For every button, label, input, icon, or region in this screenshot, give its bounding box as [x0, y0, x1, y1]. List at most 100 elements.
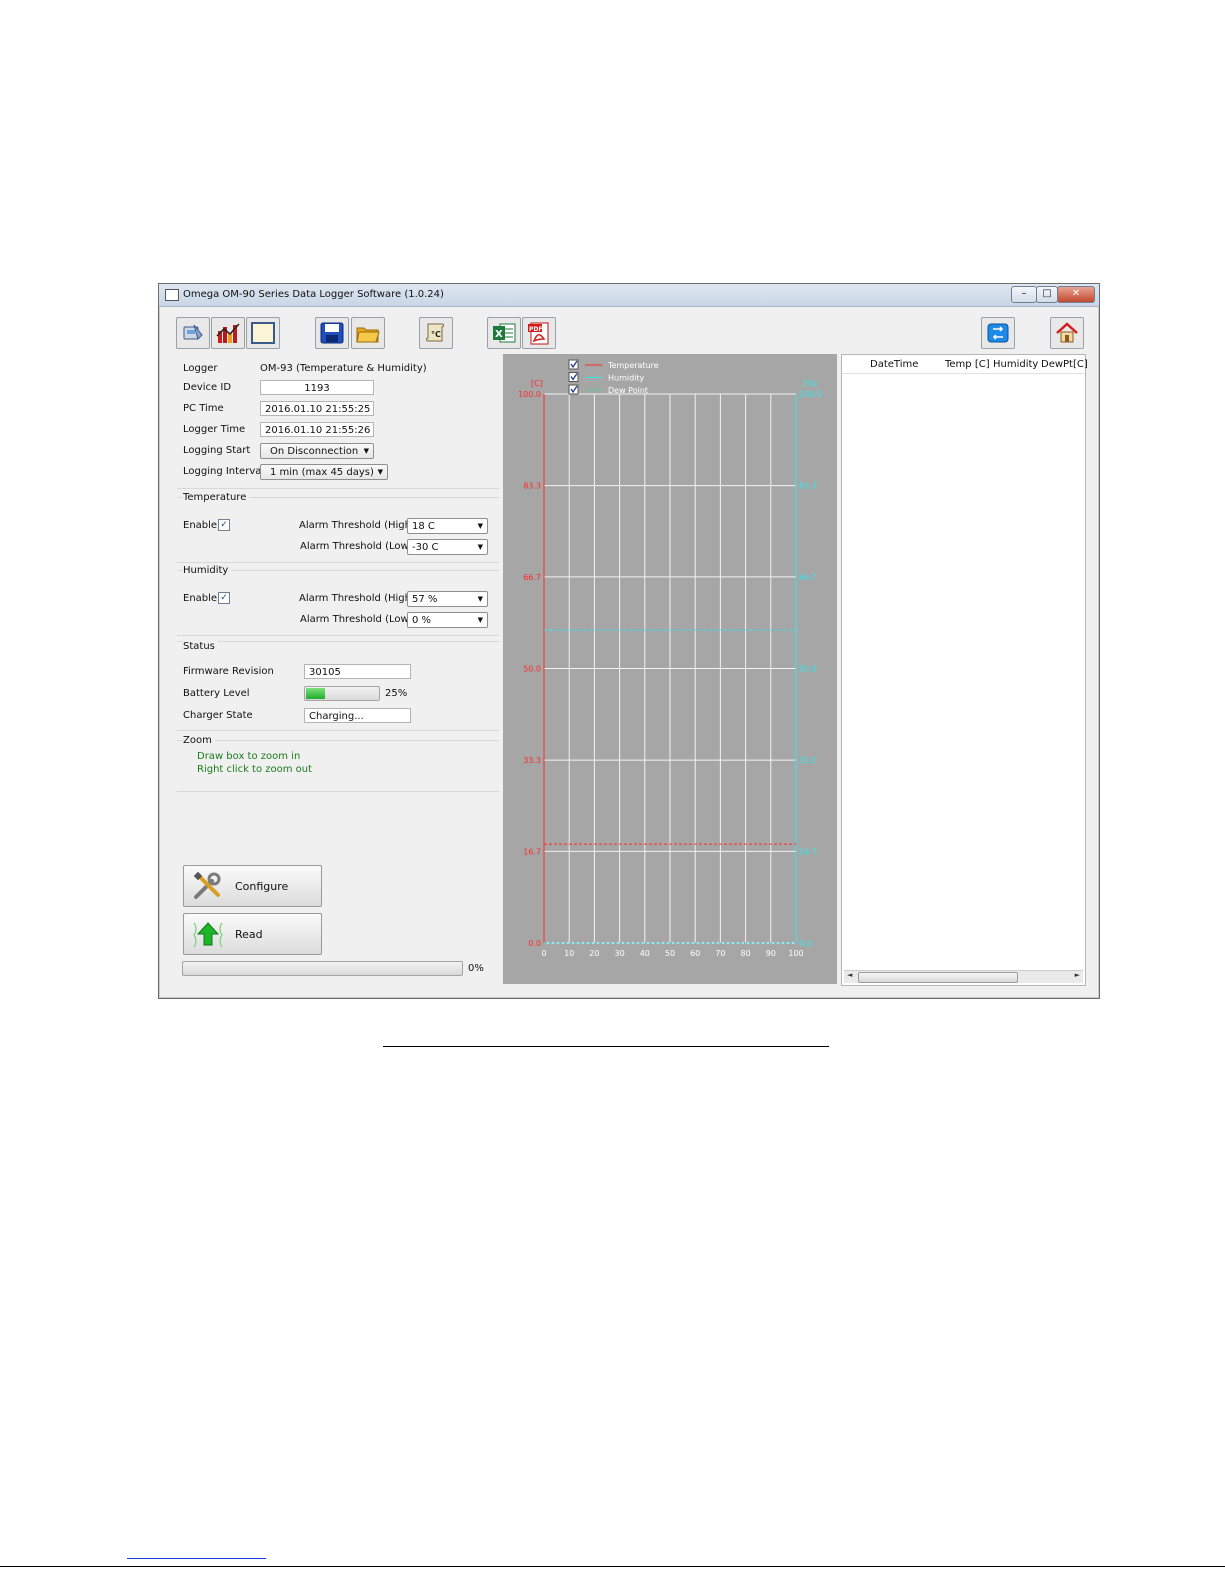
logging-interval-value: 1 min (max 45 days)	[270, 467, 374, 478]
logger-time-field[interactable]: 2016.01.10 21:55:26	[260, 422, 374, 437]
column-header-temp[interactable]: Temp [C]	[945, 359, 990, 370]
excel-icon: X	[493, 323, 516, 343]
read-button[interactable]: Read	[183, 913, 322, 955]
svg-text:X: X	[495, 329, 503, 340]
pc-time-label: PC Time	[183, 403, 224, 414]
read-progress-bar	[182, 961, 463, 976]
save-icon	[320, 322, 344, 344]
read-label: Read	[235, 928, 263, 941]
home-icon	[1056, 322, 1078, 343]
home-button[interactable]	[1050, 317, 1084, 349]
logging-start-select[interactable]: On Disconnection ▼	[260, 443, 374, 459]
legend-label: Temperature	[607, 361, 659, 370]
charger-field[interactable]: Charging...	[304, 708, 411, 723]
refresh-icon	[987, 323, 1009, 343]
humidity-high-select[interactable]: 57 % ▼	[407, 591, 488, 607]
charger-label: Charger State	[183, 710, 253, 721]
settings-panel: Logger OM-93 (Temperature & Humidity) De…	[177, 354, 499, 980]
y-right-tick-label: 0.0	[799, 939, 812, 948]
horizontal-scrollbar[interactable]: ◄ ►	[844, 970, 1083, 983]
firmware-field[interactable]: 30105	[304, 664, 411, 679]
battery-label: Battery Level	[183, 688, 250, 699]
open-button[interactable]	[351, 317, 385, 349]
column-header-dewpoint[interactable]: DewPt[C]	[1041, 359, 1088, 370]
legend-label: Humidity	[608, 374, 645, 383]
app-icon	[165, 289, 179, 301]
footer-link-underline[interactable]	[127, 1558, 266, 1559]
status-title: Status	[183, 641, 218, 652]
y-right-tick-label: 50.0	[799, 665, 817, 674]
y-right-tick-label: 66.7	[799, 573, 817, 582]
humidity-high-label: Alarm Threshold (High)	[299, 593, 415, 604]
logger-device-icon	[183, 324, 203, 340]
configure-button[interactable]: Configure	[183, 865, 322, 907]
temperature-high-label: Alarm Threshold (High)	[299, 520, 415, 531]
humidity-enable-label: Enable	[183, 593, 218, 604]
scroll-left-icon[interactable]: ◄	[847, 971, 852, 979]
temperature-low-select[interactable]: -30 C ▼	[407, 539, 488, 555]
chevron-down-icon: ▼	[477, 543, 483, 551]
humidity-low-select[interactable]: 0 % ▼	[407, 612, 488, 628]
table-view-button[interactable]	[246, 317, 280, 349]
x-tick-label: 80	[741, 949, 751, 958]
y-left-tick-label: 16.7	[523, 847, 541, 856]
y-left-tick-label: 50.0	[523, 665, 541, 674]
temperature-high-value: 18 C	[412, 521, 435, 532]
logging-start-value: On Disconnection	[270, 446, 359, 457]
pc-time-field[interactable]: 2016.01.10 21:55:25	[260, 401, 374, 416]
unit-button[interactable]: °C	[419, 317, 453, 349]
column-header-humidity[interactable]: Humidity	[993, 359, 1038, 370]
close-button[interactable]: ✕	[1057, 286, 1095, 303]
bar-chart-icon	[216, 323, 240, 343]
humidity-low-label: Alarm Threshold (Low)	[300, 614, 413, 625]
data-table[interactable]: DateTime Temp [C] Humidity DewPt[C] ◄ ►	[841, 354, 1088, 986]
pdf-badge: PDF	[529, 326, 542, 333]
chevron-down-icon: ▼	[477, 595, 483, 603]
device-id-field[interactable]: 1193	[260, 380, 374, 395]
save-button[interactable]	[315, 317, 349, 349]
x-tick-label: 50	[665, 949, 675, 958]
zoom-title: Zoom	[183, 735, 215, 746]
y-right-tick-label: 83.3	[799, 482, 817, 491]
export-pdf-button[interactable]: PDF	[522, 317, 556, 349]
open-folder-icon	[356, 327, 380, 343]
logging-interval-select[interactable]: 1 min (max 45 days) ▼	[260, 464, 388, 480]
y-left-tick-label: 66.7	[523, 573, 541, 582]
tools-icon	[193, 871, 221, 899]
minimize-button[interactable]: –	[1011, 286, 1037, 303]
chevron-down-icon: ▼	[477, 522, 483, 530]
scroll-right-icon[interactable]: ►	[1075, 971, 1080, 979]
y-left-tick-label: 33.3	[523, 756, 541, 765]
battery-level-bar	[304, 686, 380, 701]
temperature-enable-checkbox[interactable]: ✓	[218, 519, 230, 531]
divider-line	[383, 1046, 829, 1047]
y-right-unit: [%]	[803, 379, 817, 388]
y-right-tick-label: 33.3	[799, 756, 817, 765]
battery-percent: 25%	[385, 688, 408, 699]
temperature-high-select[interactable]: 18 C ▼	[407, 518, 488, 534]
y-left-tick-label: 83.3	[523, 482, 541, 491]
logger-label: Logger	[183, 363, 218, 374]
x-tick-label: 30	[615, 949, 625, 958]
chart-panel[interactable]: 0 10 20 30 40 50 60 70 80 90 100 0.0 0.0 16.7 16.7 33.3…	[503, 354, 837, 984]
logger-device-button[interactable]	[176, 317, 210, 349]
window-title: Omega OM-90 Series Data Logger Software …	[183, 289, 444, 300]
title-bar[interactable]: Omega OM-90 Series Data Logger Software …	[159, 284, 1099, 307]
maximize-button[interactable]: □	[1036, 286, 1058, 303]
column-header-datetime[interactable]: DateTime	[870, 359, 918, 370]
y-left-unit: [C]	[531, 379, 543, 388]
chevron-down-icon: ▼	[363, 447, 369, 455]
chart-svg[interactable]: 0 10 20 30 40 50 60 70 80 90 1000.0 0.016.7 16.733.3…	[503, 354, 837, 984]
read-progress-text: 0%	[468, 963, 484, 974]
humidity-enable-checkbox[interactable]: ✓	[218, 592, 230, 604]
refresh-button[interactable]	[981, 317, 1015, 349]
temperature-title: Temperature	[183, 492, 250, 503]
celsius-label: °C	[431, 330, 441, 339]
scrollbar-thumb[interactable]	[858, 972, 1018, 983]
zoom-group: Zoom Draw box to zoom in Right click to …	[177, 735, 499, 792]
x-tick-label: 100	[788, 949, 803, 958]
temperature-enable-label: Enable	[183, 520, 218, 531]
chart-view-button[interactable]	[211, 317, 245, 349]
y-right-tick-label: 16.7	[799, 847, 817, 856]
export-excel-button[interactable]: X	[487, 317, 521, 349]
